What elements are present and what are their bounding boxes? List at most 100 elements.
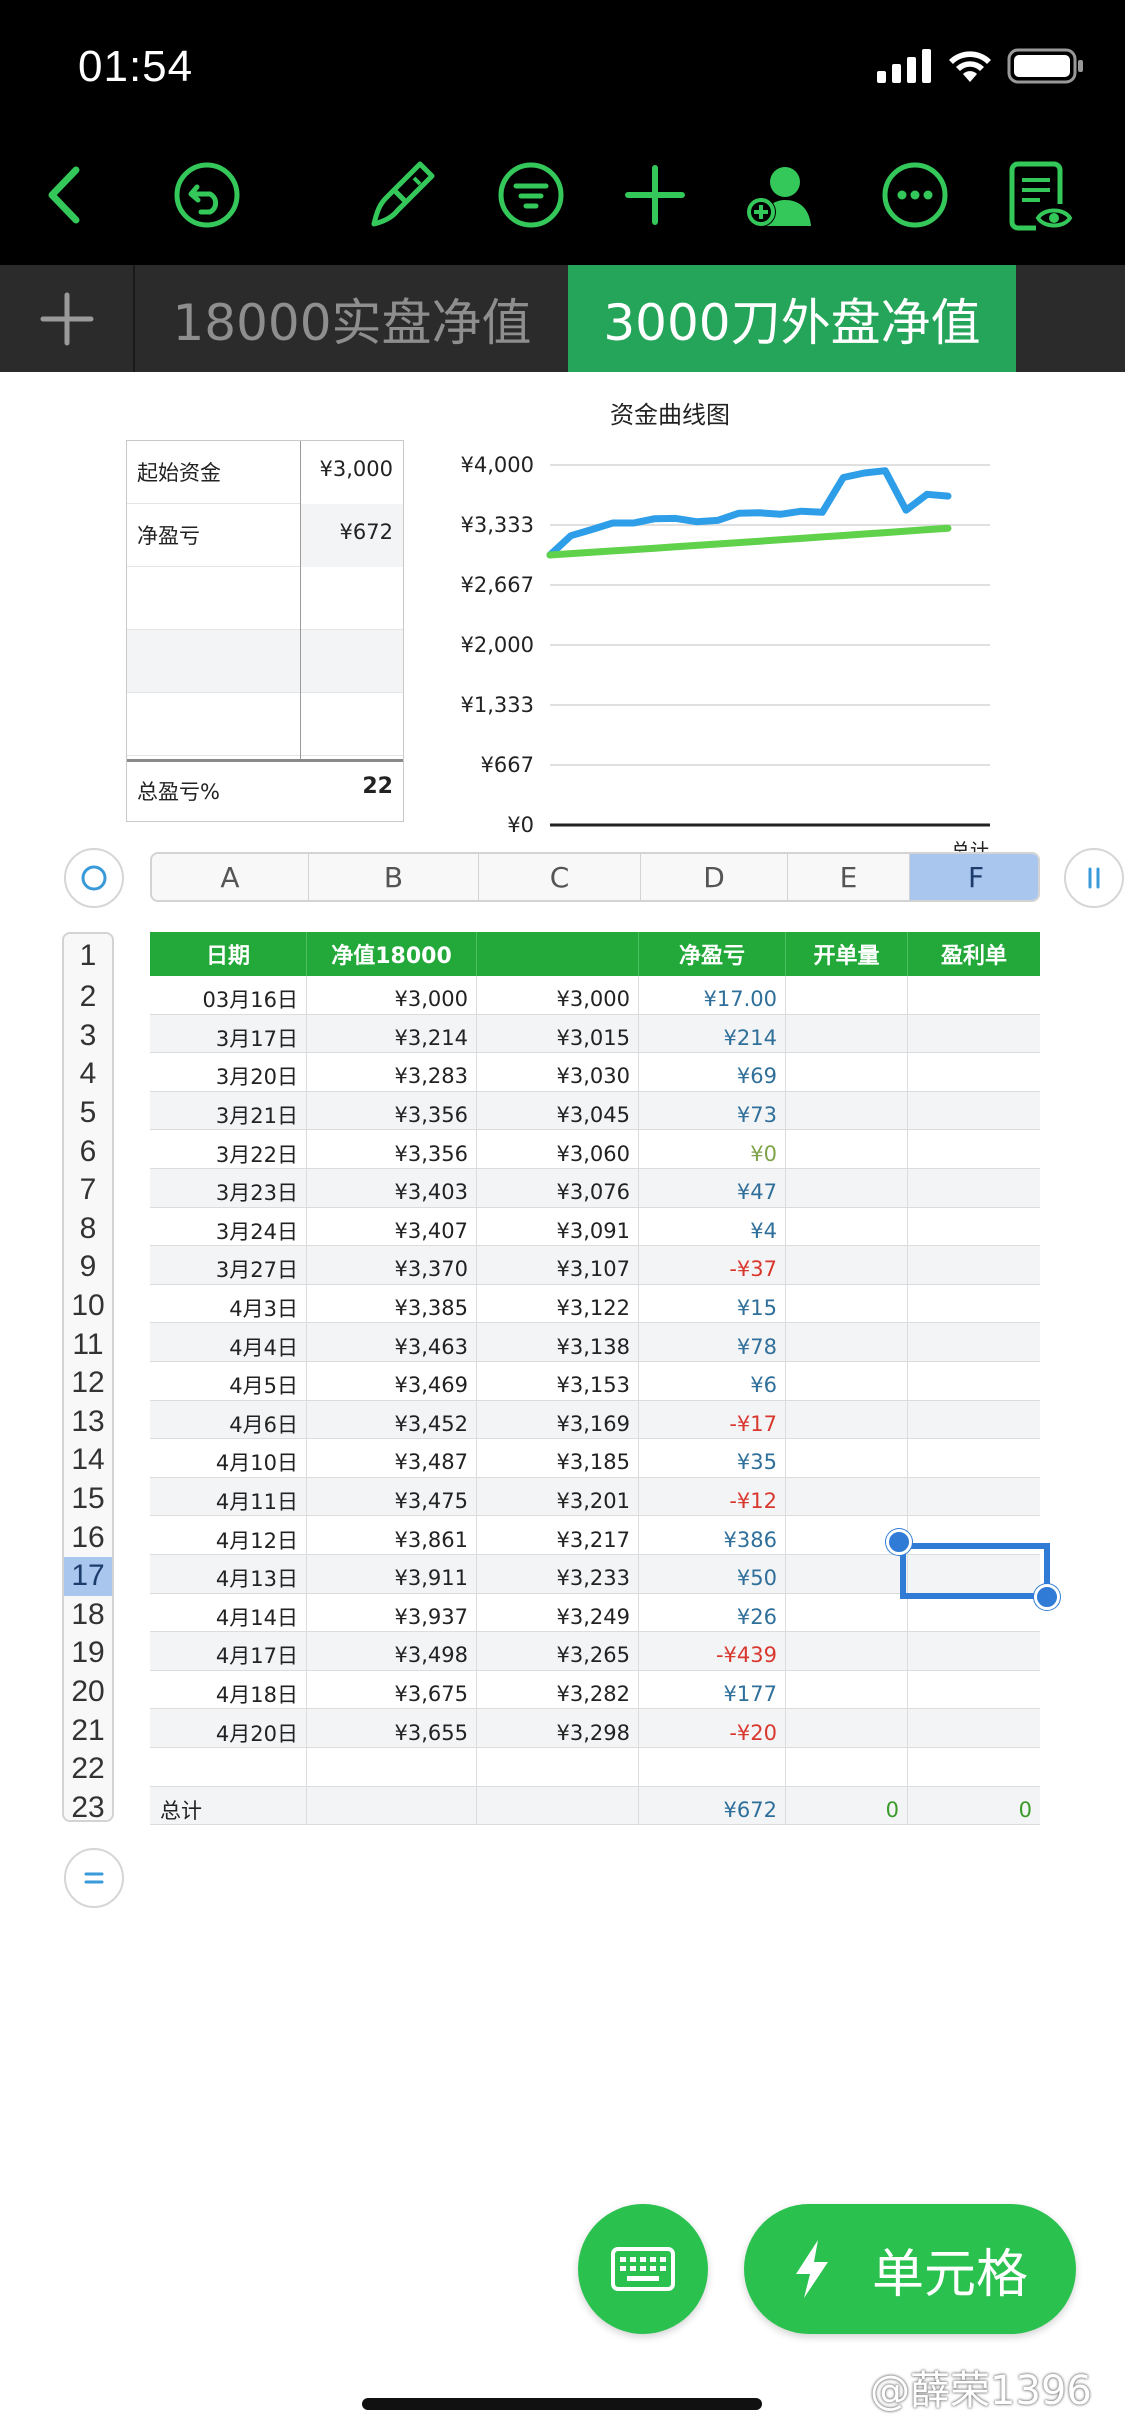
row-header[interactable]: 11 bbox=[64, 1325, 112, 1364]
table-cell[interactable]: ¥3,153 bbox=[477, 1362, 639, 1401]
row-header[interactable]: 4 bbox=[64, 1055, 112, 1094]
table-cell[interactable]: ¥3,498 bbox=[307, 1632, 477, 1671]
header-date[interactable]: 日期 bbox=[150, 932, 307, 976]
table-cell[interactable]: 4月11日 bbox=[150, 1477, 307, 1517]
table-cell[interactable] bbox=[908, 1015, 1040, 1054]
row-header[interactable]: 9 bbox=[64, 1248, 112, 1287]
table-cell[interactable]: ¥386 bbox=[639, 1516, 786, 1555]
column-header-b[interactable]: B bbox=[309, 854, 479, 900]
table-cell[interactable] bbox=[786, 1709, 908, 1748]
table-cell[interactable]: ¥3,385 bbox=[307, 1284, 477, 1324]
table-cell[interactable]: 4月14日 bbox=[150, 1593, 307, 1633]
header-column-c[interactable] bbox=[477, 932, 639, 976]
table-handle-button[interactable] bbox=[1064, 848, 1124, 908]
table-cell[interactable] bbox=[908, 1594, 1040, 1633]
row-header[interactable]: 13 bbox=[64, 1403, 112, 1442]
table-cell[interactable]: ¥3,655 bbox=[307, 1709, 477, 1748]
row-header[interactable]: 22 bbox=[64, 1750, 112, 1789]
column-header-f[interactable]: F bbox=[910, 854, 1038, 900]
table-cell[interactable]: ¥3,356 bbox=[307, 1091, 477, 1131]
insert-button[interactable] bbox=[610, 150, 700, 240]
table-cell[interactable] bbox=[786, 1323, 908, 1362]
table-cell[interactable] bbox=[908, 1401, 1040, 1440]
table-cell[interactable]: 4月20日 bbox=[150, 1709, 307, 1748]
table-cell[interactable]: ¥3,265 bbox=[477, 1632, 639, 1671]
cell-selection[interactable] bbox=[900, 1543, 1050, 1599]
table-cell[interactable]: ¥26 bbox=[639, 1593, 786, 1633]
table-cell[interactable]: 4月4日 bbox=[150, 1323, 307, 1362]
table-cell[interactable]: 3月22日 bbox=[150, 1130, 307, 1169]
summary-row[interactable] bbox=[127, 567, 403, 630]
sheet-tab-1[interactable]: 18000实盘净值 bbox=[137, 265, 567, 372]
format-button[interactable] bbox=[356, 150, 446, 240]
table-cell[interactable]: 3月24日 bbox=[150, 1207, 307, 1247]
header-winning-orders[interactable]: 盈利单 bbox=[908, 932, 1040, 976]
table-cell[interactable] bbox=[477, 1748, 639, 1787]
table-cell[interactable]: ¥3,283 bbox=[307, 1053, 477, 1092]
equity-curve-chart[interactable]: 资金曲线图 ¥4,000 ¥3,333 ¥2,667 ¥2,000 ¥1,333 ¥667… bbox=[440, 395, 1010, 855]
summary-table[interactable]: 起始资金 ¥3,000 净盈亏 ¥672 总盈亏% 22 bbox=[126, 440, 404, 822]
add-sheet-button[interactable] bbox=[0, 265, 135, 372]
table-cell[interactable]: ¥3,475 bbox=[307, 1477, 477, 1517]
header-order-count[interactable]: 开单量 bbox=[786, 932, 908, 976]
table-cell[interactable]: ¥15 bbox=[639, 1284, 786, 1324]
table-cell[interactable]: ¥3,217 bbox=[477, 1516, 639, 1555]
row-header[interactable]: 17 bbox=[64, 1557, 112, 1596]
table-cell[interactable]: ¥3,861 bbox=[307, 1516, 477, 1555]
table-cell[interactable]: ¥3,233 bbox=[477, 1555, 639, 1594]
table-cell[interactable]: 4月17日 bbox=[150, 1632, 307, 1671]
sheet-tab-2[interactable]: 3000刀外盘净值 bbox=[568, 265, 1016, 372]
table-cell[interactable]: ¥3,356 bbox=[307, 1130, 477, 1169]
table-cell[interactable]: ¥50 bbox=[639, 1555, 786, 1594]
table-cell[interactable]: 4月13日 bbox=[150, 1555, 307, 1594]
table-cell[interactable]: ¥4 bbox=[639, 1207, 786, 1247]
row-header[interactable]: 20 bbox=[64, 1673, 112, 1712]
table-cell[interactable] bbox=[786, 1284, 908, 1324]
keyboard-button[interactable] bbox=[578, 2204, 708, 2334]
table-cell[interactable]: ¥47 bbox=[639, 1169, 786, 1208]
table-cell[interactable]: ¥3,937 bbox=[307, 1593, 477, 1633]
table-cell[interactable]: ¥3,000 bbox=[477, 976, 639, 1015]
table-cell[interactable] bbox=[786, 1593, 908, 1633]
table-cell[interactable] bbox=[786, 1439, 908, 1478]
table-cell[interactable] bbox=[908, 1246, 1040, 1285]
collaborate-button[interactable] bbox=[735, 150, 825, 240]
row-header[interactable]: 1 bbox=[64, 934, 112, 978]
table-cell[interactable]: ¥17.00 bbox=[639, 976, 786, 1015]
table-cell[interactable] bbox=[908, 1362, 1040, 1401]
table-cell[interactable]: 4月3日 bbox=[150, 1284, 307, 1324]
table-cell[interactable]: ¥3,000 bbox=[307, 976, 477, 1015]
table-cell[interactable]: -¥20 bbox=[639, 1709, 786, 1748]
table-cell[interactable]: ¥3,452 bbox=[307, 1400, 477, 1440]
row-header[interactable]: 21 bbox=[64, 1711, 112, 1750]
table-cell[interactable] bbox=[908, 1632, 1040, 1671]
table-cell[interactable]: ¥3,107 bbox=[477, 1246, 639, 1285]
table-cell[interactable]: ¥73 bbox=[639, 1091, 786, 1131]
column-header-strip[interactable]: A B C D E F bbox=[150, 852, 1040, 902]
table-cell[interactable] bbox=[307, 1786, 477, 1826]
row-header[interactable]: 3 bbox=[64, 1017, 112, 1056]
table-cell[interactable]: ¥3,469 bbox=[307, 1362, 477, 1401]
table-cell[interactable] bbox=[786, 1014, 908, 1054]
table-cell[interactable]: ¥3,091 bbox=[477, 1207, 639, 1247]
table-cell[interactable]: ¥78 bbox=[639, 1323, 786, 1362]
header-net-value[interactable]: 净值18000 bbox=[307, 932, 477, 976]
table-cell[interactable] bbox=[908, 1169, 1040, 1208]
header-net-pnl[interactable]: 净盈亏 bbox=[639, 932, 786, 976]
back-button[interactable] bbox=[22, 150, 112, 240]
table-cell[interactable] bbox=[786, 1400, 908, 1440]
table-cell[interactable] bbox=[908, 1053, 1040, 1092]
table-cell[interactable]: ¥3,487 bbox=[307, 1439, 477, 1478]
table-cell[interactable] bbox=[908, 1748, 1040, 1787]
table-cell[interactable]: ¥3,138 bbox=[477, 1323, 639, 1362]
table-cell[interactable]: ¥3,249 bbox=[477, 1593, 639, 1633]
row-header[interactable]: 8 bbox=[64, 1210, 112, 1249]
table-cell[interactable] bbox=[786, 1053, 908, 1092]
more-button[interactable] bbox=[870, 150, 960, 240]
table-cell[interactable]: ¥3,015 bbox=[477, 1014, 639, 1054]
table-cell[interactable] bbox=[908, 1285, 1040, 1324]
table-cell[interactable]: 4月5日 bbox=[150, 1362, 307, 1401]
table-cell[interactable] bbox=[786, 1091, 908, 1131]
table-cell[interactable]: 0 bbox=[908, 1787, 1040, 1826]
column-header-c[interactable]: C bbox=[479, 854, 641, 900]
